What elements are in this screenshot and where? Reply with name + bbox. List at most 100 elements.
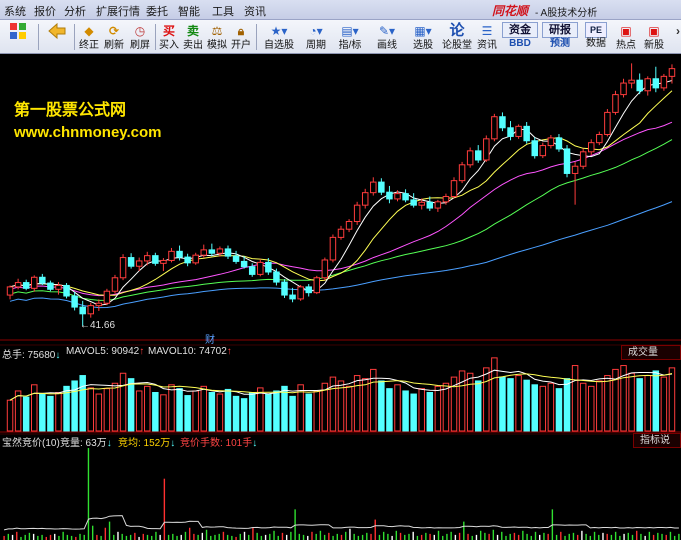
new-stock-button[interactable]: ▣ 新股	[642, 22, 666, 52]
menu-analysis[interactable]: 分析	[64, 3, 86, 19]
menu-tools[interactable]: 工具	[212, 3, 234, 19]
candle-body	[232, 255, 240, 262]
forum-button[interactable]: 论 论股堂	[440, 22, 474, 52]
candle-body	[539, 145, 547, 157]
news-button[interactable]: ☰ 资讯	[476, 22, 498, 52]
candle-body	[515, 125, 522, 137]
menu-extended[interactable]: 扩展行情	[96, 3, 140, 19]
volume-bar	[192, 390, 199, 432]
candle-body	[668, 68, 676, 77]
clock-icon: ◷	[134, 24, 146, 38]
candle-body	[370, 181, 377, 194]
menu-quote[interactable]: 报价	[34, 3, 56, 19]
candle-body	[620, 82, 627, 96]
finance-marker[interactable]: 财	[205, 331, 215, 346]
volume-bar	[200, 385, 208, 432]
candle-body	[281, 281, 288, 296]
volume-bar	[587, 385, 595, 432]
volume-bar	[628, 372, 635, 432]
menu-news[interactable]: 资讯	[244, 3, 266, 19]
candle-body	[434, 201, 442, 209]
back-button[interactable]	[44, 22, 70, 52]
layout-button[interactable]	[4, 22, 32, 52]
candle-body	[39, 276, 46, 284]
volume-bar	[579, 382, 587, 432]
volume-bar	[289, 395, 296, 432]
volume-bar	[402, 390, 409, 432]
volume-ma10-label: MAVOL10: 74702↑	[148, 346, 232, 357]
candle-body	[410, 199, 417, 206]
volume-total-label: 总手: 75680↓	[2, 350, 61, 361]
volume-bar	[71, 380, 78, 432]
brand-logo: 同花顺	[492, 4, 529, 18]
candle-body	[305, 286, 312, 294]
research-button[interactable]: 研报 预测	[542, 22, 578, 52]
volume-bar	[144, 385, 151, 432]
candle-body	[22, 282, 30, 289]
select-stock-button[interactable]: ▦▾ 选股	[408, 22, 438, 52]
candle-body	[63, 284, 70, 297]
volume-bar	[273, 390, 280, 432]
watchlist-button[interactable]: ★▾ 自选股	[262, 22, 296, 52]
volume-bar	[442, 382, 450, 432]
candle-body	[378, 181, 385, 193]
data-button[interactable]: PE 数据	[584, 22, 608, 52]
draw-line-button[interactable]: ✎▾ 画线	[372, 22, 402, 52]
volume-bar	[248, 392, 256, 432]
refresh-icon: ⟳	[108, 24, 120, 38]
fund-button[interactable]: 资金 BBD	[502, 22, 538, 52]
volume-bar	[491, 357, 498, 432]
candle-body	[660, 75, 668, 89]
volume-bar	[636, 378, 643, 432]
buy-icon: 买	[162, 24, 175, 38]
indicator-button[interactable]: ▤▾ 指/标	[334, 22, 366, 52]
app-title: - A股技术分析	[535, 8, 598, 19]
prev-button[interactable]: ◆ 终正	[78, 22, 100, 52]
period-button[interactable]: ◔▾ 周期	[300, 22, 332, 52]
open-account-button[interactable]: 🔒︎ 开户	[230, 22, 252, 52]
volume-bar	[386, 388, 393, 432]
refresh-button[interactable]: ⟳ 刷新	[102, 22, 126, 52]
candle-body	[483, 138, 490, 161]
candle-body	[499, 116, 506, 129]
auction-name-label: 宝然竞价(10)	[2, 438, 60, 449]
candle-body	[289, 294, 296, 300]
star-icon: ★▾	[270, 24, 288, 38]
news-icon: ☰	[481, 24, 493, 38]
volume-bar	[313, 390, 321, 432]
sell-button[interactable]: 卖 卖出	[182, 22, 204, 52]
volume-bar	[127, 378, 135, 432]
candle-body	[474, 150, 482, 161]
prev-icon: ◆	[84, 24, 94, 38]
candle-body	[394, 193, 401, 200]
auction-hands-label: 竞价手数: 101手↓	[180, 438, 258, 449]
menu-trade[interactable]: 委托	[146, 3, 168, 19]
watermark-url: www.chnmoney.com	[14, 124, 162, 141]
refresh-screen-button[interactable]: ◷ 刷屏	[128, 22, 152, 52]
volume-bar	[353, 375, 361, 432]
hot-button[interactable]: ▣ 热点	[614, 22, 638, 52]
toolbar: ◆ 终正 ⟳ 刷新 ◷ 刷屏 买 买入 卖 卖出 ⚖ 模拟 🔒︎ 开户 ★▾ 自…	[0, 20, 681, 54]
volume-bar	[596, 380, 603, 432]
simulate-button[interactable]: ⚖ 模拟	[206, 22, 228, 52]
candle-body	[531, 140, 538, 157]
candle-body	[571, 165, 579, 174]
more-button[interactable]: ›	[668, 22, 681, 52]
volume-bar	[160, 394, 167, 432]
volume-bar	[531, 384, 538, 432]
candle-body	[240, 260, 248, 268]
volume-bar	[79, 375, 86, 432]
volume-bar	[378, 380, 385, 432]
volume-bar	[644, 375, 651, 432]
menu-smart[interactable]: 智能	[178, 3, 200, 19]
candle-body	[402, 193, 409, 201]
volume-bar	[265, 393, 272, 432]
research-icon: 研报	[542, 22, 578, 38]
menu-system[interactable]: 系统	[4, 3, 26, 19]
indicator-help-tab[interactable]: 指标说明	[633, 433, 681, 448]
candle-body	[418, 201, 425, 206]
candle-body	[47, 282, 54, 290]
indicator-icon: ▤▾	[341, 24, 359, 38]
buy-button[interactable]: 买 买入	[158, 22, 180, 52]
volume-tab[interactable]: 成交量	[621, 345, 681, 360]
